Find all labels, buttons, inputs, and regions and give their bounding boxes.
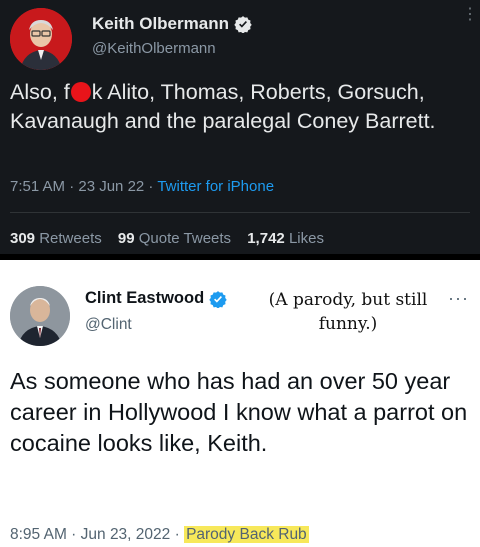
- display-name[interactable]: Clint Eastwood: [85, 289, 227, 308]
- engagement-stats: 309 Retweets 99 Quote Tweets 1,742 Likes: [10, 230, 324, 247]
- retweets-count: 309: [10, 230, 36, 247]
- likes-stat[interactable]: 1,742 Likes: [247, 230, 324, 247]
- timestamp-text[interactable]: 7:51 AM · 23 Jun 22 ·: [10, 178, 157, 195]
- tweet-body: As someone who has had an over 50 year c…: [10, 368, 468, 456]
- divider: [10, 212, 470, 213]
- quotes-label: Quote Tweets: [138, 230, 232, 247]
- handle[interactable]: @KeithOlbermann: [92, 40, 216, 57]
- more-options-icon[interactable]: ···: [448, 288, 469, 309]
- display-name-text: Clint Eastwood: [85, 289, 205, 307]
- quotes-count: 99: [117, 230, 135, 247]
- censor-dot-icon: [70, 82, 91, 102]
- dark-tweet-card: Keith Olbermann @KeithOlbermann ⋮ Also, …: [0, 0, 480, 257]
- light-tweet-card: Clint Eastwood @Clint (A parody, but sti…: [0, 260, 480, 547]
- quotes-stat[interactable]: 99 Quote Tweets: [118, 230, 231, 247]
- likes-label: Likes: [288, 230, 324, 247]
- tweet-text-start: Also, f: [10, 80, 70, 104]
- tweet-timestamp: 7:51 AM · 23 Jun 22 · Twitter for iPhone: [10, 178, 274, 195]
- likes-count: 1,742: [247, 230, 285, 247]
- client-link[interactable]: Parody Back Rub: [184, 526, 309, 543]
- avatar-portrait-icon: [10, 286, 70, 346]
- more-options-icon[interactable]: ⋮: [462, 7, 478, 23]
- display-name-text: Keith Olbermann: [92, 14, 229, 33]
- verified-badge-icon: [209, 290, 227, 308]
- client-link[interactable]: Twitter for iPhone: [157, 178, 274, 195]
- avatar[interactable]: [10, 286, 70, 346]
- handle[interactable]: @Clint: [85, 316, 132, 334]
- tweet-timestamp: 8:95 AM · Jun 23, 2022 · Parody Back Rub: [10, 526, 309, 544]
- retweets-stat[interactable]: 309 Retweets: [10, 230, 102, 247]
- avatar[interactable]: [10, 8, 72, 70]
- tweet-body: Also, fk Alito, Thomas, Roberts, Gorsuch…: [10, 78, 470, 136]
- retweets-label: Retweets: [39, 230, 102, 247]
- timestamp-text[interactable]: 8:95 AM · Jun 23, 2022 ·: [10, 526, 184, 543]
- annotation-text: (A parody, but still funny.): [268, 290, 428, 334]
- avatar-portrait-icon: [10, 8, 72, 70]
- verified-badge-icon: [234, 16, 252, 33]
- display-name[interactable]: Keith Olbermann: [92, 14, 252, 34]
